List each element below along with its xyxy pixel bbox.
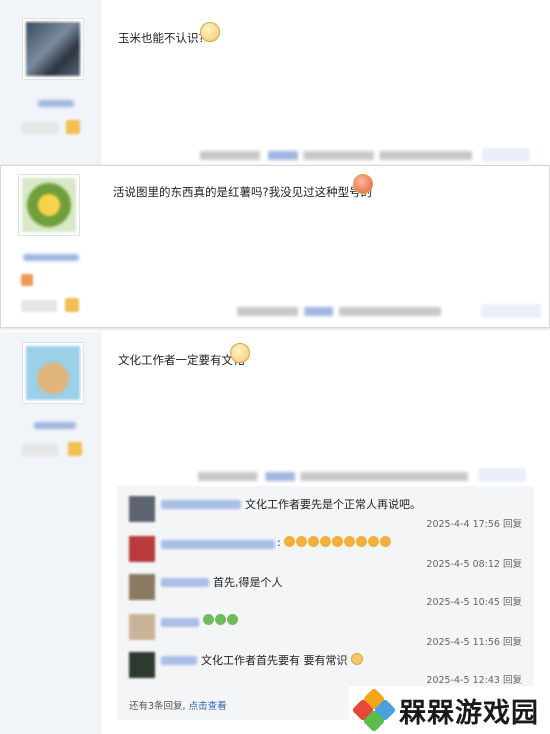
post-2: 活说图里的东西真的是红薯吗?我没见过这种型号的 [0,165,550,328]
comment-avatar[interactable] [129,652,155,678]
comment-avatar[interactable] [129,574,155,600]
watermark-logo-icon [351,687,397,733]
emoji-smile-icon [351,653,363,665]
level-icon [66,120,80,134]
more-replies: 还有3条回复, 点击查看 [129,698,227,712]
more-replies-text: 还有3条回复, [129,701,186,712]
comment-text: 首先,得是个人 [213,576,283,589]
comment-reply-link[interactable]: 回复 [503,637,522,648]
comment-username[interactable] [161,618,199,627]
comment-reply-link[interactable]: 回复 [503,597,522,608]
comment-text [203,614,239,627]
comment-reply-link[interactable]: 回复 [503,675,522,686]
comment-username[interactable] [161,540,275,549]
comment-item: : 2025-4-5 08:12 回复 [117,536,534,576]
level-badge [22,444,58,456]
comment-time: 2025-4-5 08:12 [426,559,500,570]
comment-text: : [277,536,392,549]
comment-username[interactable] [161,500,241,509]
post-1: 玉米也能不认识? [0,0,550,165]
view-more-link[interactable]: 点击查看 [189,701,227,712]
reply-button[interactable] [481,304,541,318]
post-content: 文化工作者一定要有文化 [118,353,245,367]
comment-meta: 2025-4-5 08:12 回复 [426,556,522,570]
comment-avatar[interactable] [129,614,155,640]
comment-text-prefix: : [277,536,281,549]
site-watermark: 槑槑游戏园 [349,686,550,734]
emoji-cry-icon [203,614,239,627]
comment-list: 文化工作者要先是个正常人再说吧。 2025-4-4 17:56 回复 : 202… [117,486,534,720]
post-footer-meta [237,307,441,316]
username[interactable] [38,100,74,107]
comment-time: 2025-4-5 10:45 [426,597,500,608]
post-footer-meta [198,472,468,481]
comment-time: 2025-4-5 11:56 [426,637,500,648]
comment-avatar[interactable] [129,536,155,562]
avatar[interactable] [22,342,84,404]
level-badge [22,122,58,134]
comment-reply-link[interactable]: 回复 [503,559,522,570]
emoji-smile-icon [230,343,250,363]
post-content: 玉米也能不认识? [118,31,205,45]
comment-time: 2025-4-5 12:43 [426,675,500,686]
comment-text-body: 文化工作者首先要有 要有常识 [201,654,348,667]
watermark-text: 槑槑游戏园 [399,697,539,729]
username[interactable] [34,422,76,429]
comment-item: 文化工作者要先是个正常人再说吧。 2025-4-4 17:56 回复 [117,496,534,536]
reply-button[interactable] [482,148,530,162]
comment-username[interactable] [161,578,209,587]
post-footer-meta [200,151,472,160]
emoji-thumbs-icon [284,536,392,549]
comment-text: 文化工作者首先要有 要有常识 [201,652,364,668]
post-content: 活说图里的东西真的是红薯吗?我没见过这种型号的 [113,185,373,199]
comment-reply-link[interactable]: 回复 [503,519,522,530]
emoji-face-icon [200,22,220,42]
level-icon [65,298,79,312]
comment-item: 2025-4-5 11:56 回复 [117,614,534,654]
emoji-angry-icon [353,174,373,194]
comment-meta: 2025-4-5 11:56 回复 [426,634,522,648]
avatar[interactable] [22,18,84,80]
reply-button[interactable] [478,468,526,482]
comment-meta: 2025-4-4 17:56 回复 [426,516,522,530]
comment-time: 2025-4-4 17:56 [426,519,500,530]
level-icon [68,442,82,456]
comment-meta: 2025-4-5 12:43 回复 [426,672,522,686]
username[interactable] [23,254,79,261]
comment-avatar[interactable] [129,496,155,522]
vip-icon [21,274,33,286]
level-badge [21,300,57,312]
comment-item: 首先,得是个人 2025-4-5 10:45 回复 [117,574,534,614]
avatar[interactable] [18,174,80,236]
comment-username[interactable] [161,656,197,665]
comment-text: 文化工作者要先是个正常人再说吧。 [245,498,421,511]
comment-meta: 2025-4-5 10:45 回复 [426,594,522,608]
